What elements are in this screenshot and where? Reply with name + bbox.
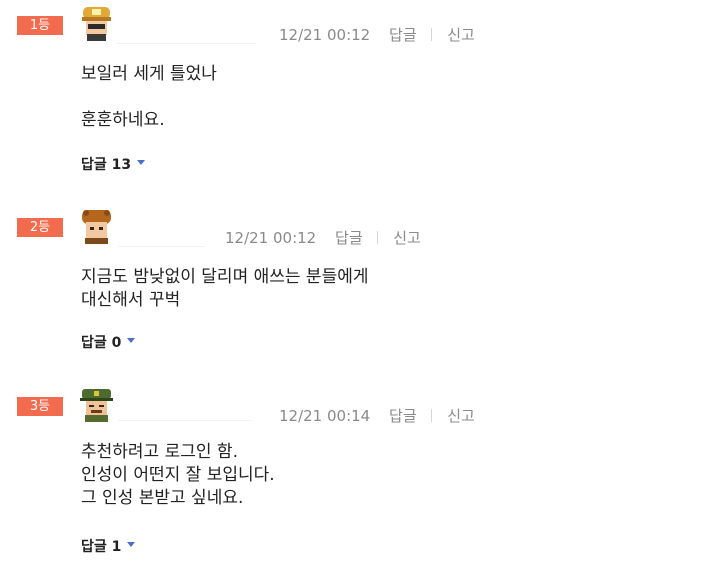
rank-badge: 1등 bbox=[17, 16, 63, 35]
comment-body: 추천하려고 로그인 함. 인성이 어떤지 잘 보입니다. 그 인성 본받고 싶네… bbox=[81, 442, 275, 508]
reply-link[interactable]: 답글 bbox=[389, 405, 417, 426]
report-link[interactable]: 신고 bbox=[393, 227, 421, 248]
comment-timestamp: 12/21 00:12 bbox=[225, 228, 317, 247]
replies-label: 답글 bbox=[81, 539, 107, 555]
replies-toggle[interactable]: 답글 0 bbox=[81, 332, 136, 352]
soldier-cap-avatar-icon[interactable] bbox=[80, 388, 113, 422]
username-redacted bbox=[118, 403, 253, 421]
rank-badge: 3등 bbox=[17, 397, 63, 416]
caret-down-icon bbox=[127, 541, 136, 547]
comment-body: 보일러 세게 틀었나 훈훈하네요. bbox=[81, 64, 217, 130]
meta-divider bbox=[377, 231, 379, 244]
replies-count: 13 bbox=[111, 157, 132, 173]
comment-meta: 12/21 00:12 답글 신고 bbox=[279, 24, 475, 45]
meta-divider bbox=[431, 28, 433, 41]
replies-toggle[interactable]: 답글 1 bbox=[81, 536, 136, 556]
report-link[interactable]: 신고 bbox=[447, 405, 475, 426]
comment-meta: 12/21 00:12 답글 신고 bbox=[225, 227, 421, 248]
comment-body: 지금도 밤낮없이 달리며 애쓰는 분들에게 대신해서 꾸벅 bbox=[81, 267, 369, 310]
replies-count: 0 bbox=[111, 335, 122, 351]
caret-down-icon bbox=[127, 337, 136, 343]
bear-hood-avatar-icon[interactable] bbox=[80, 210, 113, 244]
username-redacted bbox=[118, 229, 205, 247]
username-redacted bbox=[116, 26, 256, 44]
rank-badge: 2등 bbox=[17, 218, 63, 237]
replies-toggle[interactable]: 답글 13 bbox=[81, 154, 146, 174]
replies-label: 답글 bbox=[81, 157, 107, 173]
reply-link[interactable]: 답글 bbox=[389, 24, 417, 45]
caret-down-icon bbox=[137, 159, 146, 165]
meta-divider bbox=[431, 409, 433, 422]
comment-meta: 12/21 00:14 답글 신고 bbox=[279, 405, 475, 426]
replies-count: 1 bbox=[111, 539, 122, 555]
comment-timestamp: 12/21 00:12 bbox=[279, 25, 371, 44]
comment-timestamp: 12/21 00:14 bbox=[279, 406, 371, 425]
report-link[interactable]: 신고 bbox=[447, 24, 475, 45]
miner-helmet-avatar-icon[interactable] bbox=[80, 7, 113, 41]
replies-label: 답글 bbox=[81, 335, 107, 351]
reply-link[interactable]: 답글 bbox=[335, 227, 363, 248]
